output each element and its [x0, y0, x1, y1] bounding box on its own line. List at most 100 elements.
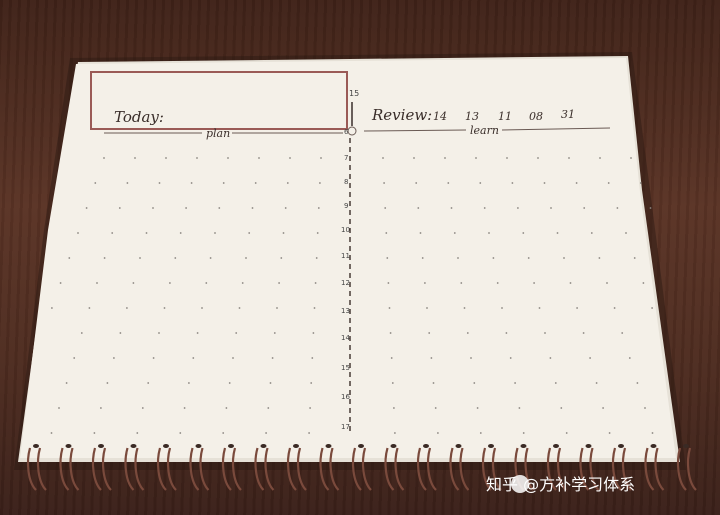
grid-dot — [103, 257, 106, 259]
grid-dot — [475, 157, 477, 159]
grid-dot — [58, 407, 60, 409]
grid-dot — [94, 182, 97, 184]
grid-dot — [476, 407, 479, 409]
grid-dot — [282, 232, 285, 234]
grid-dot — [483, 207, 486, 209]
grid-dot — [388, 307, 391, 309]
grid-dot — [644, 407, 646, 409]
grid-dot — [621, 332, 624, 334]
grid-dot — [286, 182, 289, 184]
grid-dot — [563, 257, 565, 259]
grid-dot — [430, 357, 433, 359]
grid-dot — [424, 282, 426, 284]
grid-dot — [501, 307, 503, 309]
review-number: 14 — [433, 110, 447, 123]
grid-dot — [598, 257, 601, 259]
grid-dot — [589, 357, 591, 359]
grid-dot — [205, 282, 208, 284]
grid-dot — [209, 257, 212, 259]
grid-dot — [533, 282, 535, 284]
timeline-hour: 6 — [344, 128, 349, 136]
punch-hole — [33, 444, 39, 448]
grid-dot — [158, 182, 161, 184]
grid-dot — [222, 432, 225, 434]
grid-dot — [235, 332, 238, 334]
punch-hole — [455, 444, 462, 448]
grid-dot — [152, 357, 155, 359]
grid-dot — [196, 157, 198, 159]
grid-dot — [188, 382, 190, 384]
grid-dot — [51, 307, 53, 309]
punch-hole — [228, 444, 234, 448]
grid-dot — [103, 157, 105, 159]
punch-hole — [260, 444, 267, 448]
grid-dot — [447, 182, 450, 184]
watermark: 知乎 @方补学习体系 — [486, 475, 635, 494]
grid-dot — [169, 282, 171, 284]
grid-dot — [312, 332, 315, 334]
grid-dot — [492, 257, 495, 259]
grid-dot — [183, 407, 186, 409]
grid-dot — [394, 432, 396, 434]
grid-dot — [453, 232, 456, 234]
grid-dot — [583, 207, 586, 209]
photo-scene: Today: plan Review: 14 13 11 08 31 learn… — [0, 0, 720, 515]
grid-dot — [163, 307, 166, 309]
grid-dot — [265, 432, 267, 434]
grid-dot — [50, 432, 53, 434]
grid-dot — [222, 182, 225, 184]
timeline-hour: 13 — [341, 307, 350, 315]
grid-dot — [126, 307, 128, 309]
grid-dot — [179, 432, 182, 434]
grid-dot — [218, 207, 221, 209]
grid-dot — [639, 182, 642, 184]
grid-dot — [289, 157, 291, 159]
grid-dot — [73, 357, 76, 359]
grid-dot — [437, 432, 439, 434]
punch-hole — [98, 444, 104, 448]
grid-dot — [201, 307, 203, 309]
grid-dot — [556, 232, 559, 234]
punch-hole — [683, 444, 689, 448]
grid-dot — [88, 307, 91, 309]
grid-dot — [543, 182, 546, 184]
grid-dot — [141, 407, 144, 409]
grid-dot — [174, 257, 177, 259]
grid-dot — [145, 232, 148, 234]
notebook-page: Today: plan Review: 14 13 11 08 31 learn… — [14, 52, 697, 494]
grid-dot — [251, 207, 254, 209]
grid-dot — [192, 357, 195, 359]
punch-hole — [650, 444, 657, 448]
grid-dot — [506, 157, 508, 159]
grid-dot — [417, 207, 420, 209]
punch-hole — [520, 444, 527, 448]
grid-dot — [628, 357, 631, 359]
grid-dot — [389, 332, 392, 334]
grid-dot — [147, 382, 150, 384]
grid-dot — [444, 157, 446, 159]
grid-dot — [278, 282, 280, 284]
grid-dot — [315, 257, 318, 259]
grid-dot — [248, 232, 251, 234]
timeline-hour: 12 — [341, 279, 350, 287]
grid-dot — [68, 257, 71, 259]
punch-hole — [585, 444, 592, 448]
grid-dot — [511, 182, 514, 184]
grid-dot — [254, 182, 257, 184]
timeline-hour: 8 — [344, 178, 348, 186]
grid-dot — [428, 332, 431, 334]
grid-dot — [80, 332, 83, 334]
punch-hole — [325, 444, 332, 448]
timeline-hour: 10 — [341, 226, 350, 234]
grid-dot — [258, 157, 260, 159]
grid-dot — [284, 207, 287, 209]
grid-dot — [190, 182, 193, 184]
grid-dot — [616, 207, 619, 209]
grid-dot — [310, 382, 313, 384]
grid-dot — [460, 282, 463, 284]
grid-dot — [126, 182, 129, 184]
grid-dot — [273, 332, 276, 334]
grid-dot — [608, 432, 611, 434]
grid-dot — [77, 232, 79, 234]
grid-dot — [613, 307, 616, 309]
